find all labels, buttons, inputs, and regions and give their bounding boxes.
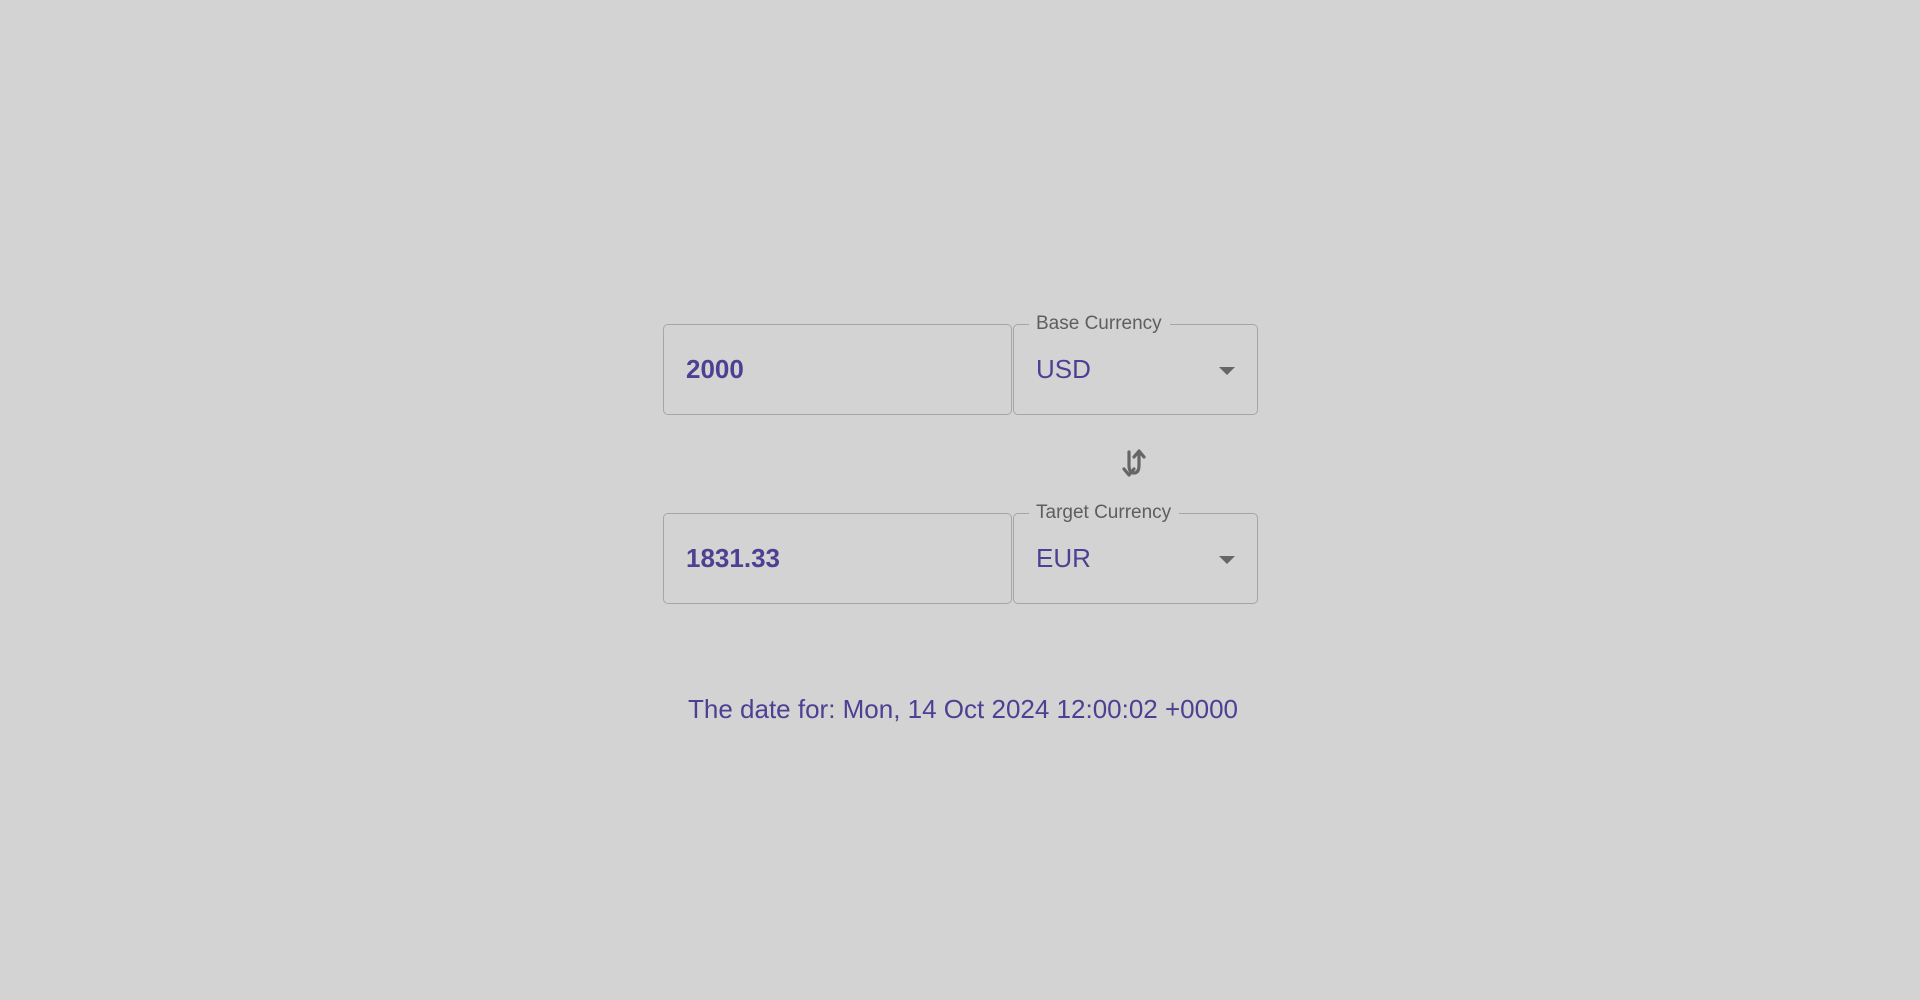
swap-currencies-button[interactable]	[1116, 446, 1152, 480]
target-amount-input[interactable]	[686, 543, 986, 574]
target-currency-value: EUR	[1036, 543, 1091, 573]
base-currency-row: Base Currency USD	[663, 312, 1258, 415]
currency-converter: Base Currency USD Target Currency EUR Th…	[0, 0, 1920, 1000]
base-amount-input[interactable]	[686, 354, 986, 385]
dropdown-arrow-icon[interactable]	[1219, 556, 1235, 564]
target-currency-label: Target Currency	[1029, 501, 1180, 525]
rate-date-text: The date for: Mon, 14 Oct 2024 12:00:02 …	[688, 694, 1238, 724]
target-amount-field[interactable]	[663, 513, 1012, 604]
base-amount-field[interactable]	[663, 324, 1012, 415]
base-currency-select[interactable]: Base Currency USD	[1013, 312, 1258, 415]
target-currency-row: Target Currency EUR	[663, 501, 1258, 604]
base-currency-label: Base Currency	[1029, 312, 1170, 336]
dropdown-arrow-icon[interactable]	[1219, 367, 1235, 375]
base-currency-value: USD	[1036, 354, 1091, 384]
target-currency-select[interactable]: Target Currency EUR	[1013, 501, 1258, 604]
swap-vertical-icon	[1122, 449, 1146, 477]
